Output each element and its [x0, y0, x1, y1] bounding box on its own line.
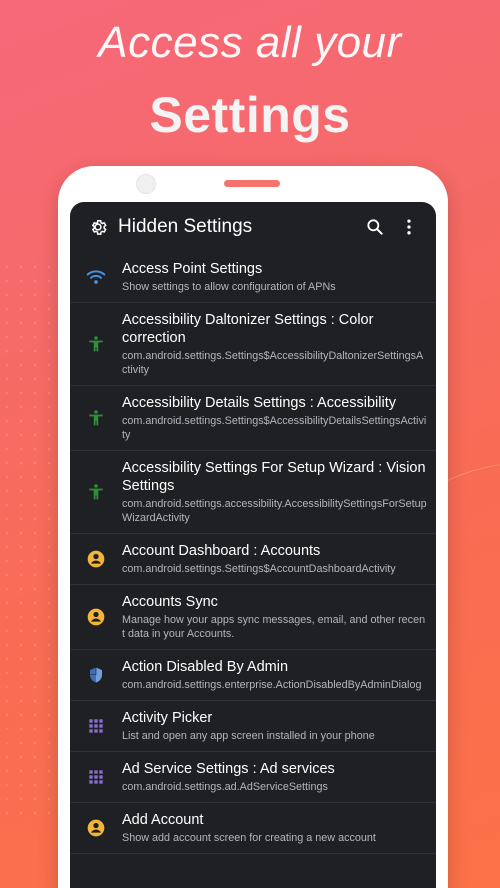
item-subtitle: com.android.settings.ad.AdServiceSetting…	[122, 781, 328, 793]
search-icon[interactable]	[358, 210, 392, 244]
accessibility-icon	[70, 408, 122, 428]
list-item[interactable]: Accessibility Settings For Setup Wizard …	[70, 451, 436, 534]
item-label: Accessibility Settings For Setup Wizard …	[122, 460, 426, 494]
list-item[interactable]: Accessibility Details Settings : Accessi…	[70, 386, 436, 451]
item-label: Accessibility Details Settings : Accessi…	[122, 395, 396, 411]
accessibility-icon	[70, 334, 122, 354]
account-circle-icon	[70, 818, 122, 838]
list-item[interactable]: Add Account Show add account screen for …	[70, 803, 436, 854]
shield-icon	[70, 665, 122, 685]
item-subtitle: com.android.settings.Settings$Accessibil…	[122, 415, 427, 441]
app-title: Hidden Settings	[118, 216, 253, 237]
account-circle-icon	[70, 549, 122, 569]
item-label: Ad Service Settings : Ad services	[122, 761, 335, 777]
item-label: Account Dashboard : Accounts	[122, 543, 321, 559]
item-label: Access Point Settings	[122, 261, 263, 277]
wifi-icon	[70, 269, 122, 285]
item-subtitle: com.android.settings.Settings$AccountDas…	[122, 563, 396, 575]
phone-camera	[136, 174, 156, 194]
grid-icon	[70, 769, 122, 785]
item-label: Activity Picker	[122, 710, 213, 726]
list-item[interactable]: Accounts Sync Manage how your apps sync …	[70, 585, 436, 650]
item-label: Add Account	[122, 812, 204, 828]
item-label: Action Disabled By Admin	[122, 659, 289, 675]
list-item[interactable]: Activity Picker List and open any app sc…	[70, 701, 436, 752]
list-item[interactable]: Access Point Settings Show settings to a…	[70, 252, 436, 303]
settings-list: Access Point Settings Show settings to a…	[70, 252, 436, 854]
phone-frame: Hidden Settings Access Point Settings Sh…	[58, 166, 448, 888]
app-bar: Hidden Settings	[70, 202, 436, 252]
phone-speaker	[224, 180, 280, 187]
app-screen: Hidden Settings Access Point Settings Sh…	[70, 202, 436, 888]
account-circle-icon	[70, 607, 122, 627]
grid-icon	[70, 718, 122, 734]
item-subtitle: List and open any app screen installed i…	[122, 730, 375, 742]
list-item[interactable]: Account Dashboard : Accounts com.android…	[70, 534, 436, 585]
item-subtitle: com.android.settings.enterprise.ActionDi…	[122, 679, 422, 691]
headline-title: Settings	[149, 87, 351, 143]
accessibility-icon	[70, 482, 122, 502]
item-subtitle: Manage how your apps sync messages, emai…	[122, 614, 426, 640]
headline-tagline: Access all your	[98, 18, 402, 67]
list-item[interactable]: Accessibility Daltonizer Settings : Colo…	[70, 303, 436, 386]
list-item[interactable]: Action Disabled By Admin com.android.set…	[70, 650, 436, 701]
item-label: Accessibility Daltonizer Settings : Colo…	[122, 312, 374, 346]
item-subtitle: com.android.settings.Settings$Accessibil…	[122, 350, 424, 376]
item-subtitle: Show settings to allow configuration of …	[122, 281, 336, 293]
gear-icon	[88, 216, 110, 238]
more-vert-icon[interactable]	[392, 210, 426, 244]
list-item[interactable]: Ad Service Settings : Ad services com.an…	[70, 752, 436, 803]
item-subtitle: Show add account screen for creating a n…	[122, 832, 376, 844]
item-subtitle: com.android.settings.accessibility.Acces…	[122, 498, 427, 524]
item-label: Accounts Sync	[122, 594, 218, 610]
